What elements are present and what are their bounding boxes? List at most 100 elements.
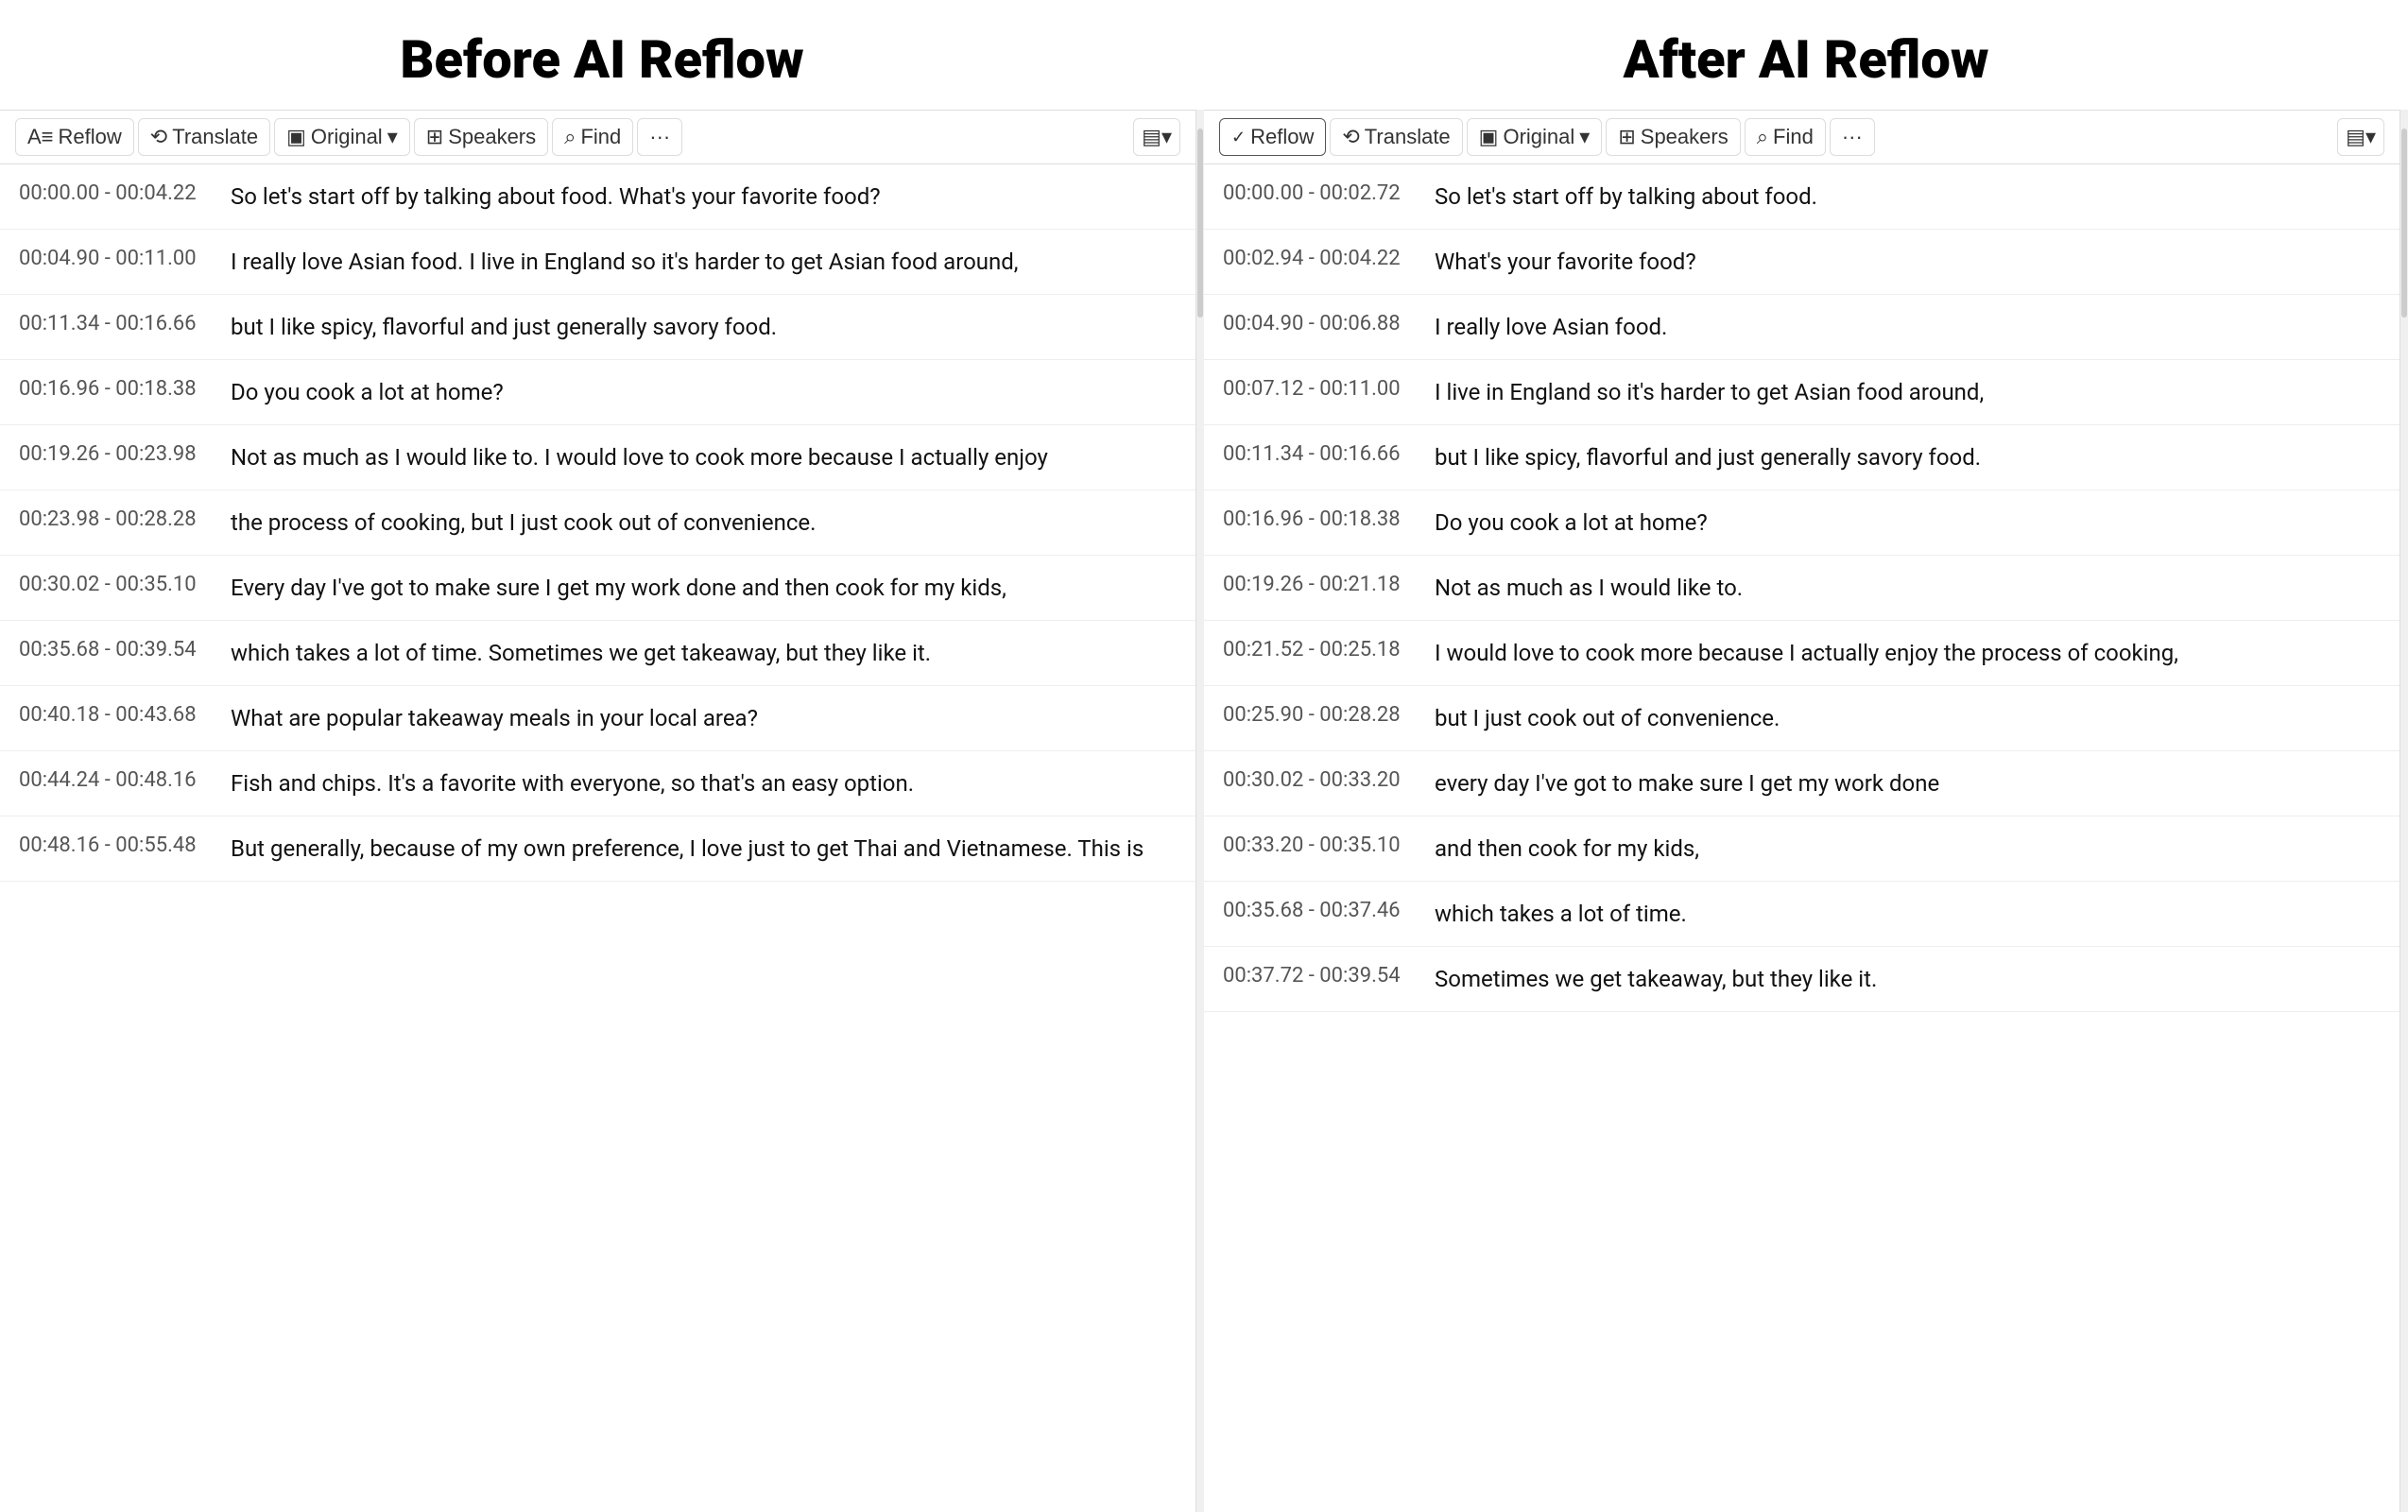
table-row[interactable]: 00:04.90 - 00:06.88 I really love Asian …	[1204, 295, 2399, 360]
table-row[interactable]: 00:16.96 - 00:18.38 Do you cook a lot at…	[0, 360, 1195, 425]
before-find-btn[interactable]: ⌕ Find	[552, 118, 633, 156]
table-row[interactable]: 00:37.72 - 00:39.54 Sometimes we get tak…	[1204, 947, 2399, 1012]
transcript-text: Fish and chips. It's a favorite with eve…	[231, 766, 1177, 800]
timestamp: 00:30.02 - 00:35.10	[19, 571, 208, 596]
timestamp: 00:21.52 - 00:25.18	[1223, 636, 1412, 662]
transcript-text: but I like spicy, flavorful and just gen…	[231, 310, 1177, 344]
timestamp: 00:11.34 - 00:16.66	[1223, 440, 1412, 466]
timestamp: 00:44.24 - 00:48.16	[19, 766, 208, 792]
table-row[interactable]: 00:30.02 - 00:33.20 every day I've got t…	[1204, 751, 2399, 816]
after-layout-btn[interactable]: ▤▾	[2337, 118, 2384, 156]
table-row[interactable]: 00:35.68 - 00:37.46 which takes a lot of…	[1204, 882, 2399, 947]
transcript-text: Sometimes we get takeaway, but they like…	[1435, 962, 2381, 996]
before-more-btn[interactable]: ···	[637, 118, 682, 156]
table-row[interactable]: 00:33.20 - 00:35.10 and then cook for my…	[1204, 816, 2399, 882]
transcript-text: What's your favorite food?	[1435, 245, 2381, 279]
timestamp: 00:16.96 - 00:18.38	[1223, 506, 1412, 531]
table-row[interactable]: 00:19.26 - 00:21.18 Not as much as I wou…	[1204, 556, 2399, 621]
after-scrollbar[interactable]	[2400, 110, 2408, 1512]
table-row[interactable]: 00:21.52 - 00:25.18 I would love to cook…	[1204, 621, 2399, 686]
table-row[interactable]: 00:00.00 - 00:04.22 So let's start off b…	[0, 164, 1195, 230]
table-row[interactable]: 00:02.94 - 00:04.22 What's your favorite…	[1204, 230, 2399, 295]
timestamp: 00:07.12 - 00:11.00	[1223, 375, 1412, 401]
timestamp: 00:35.68 - 00:37.46	[1223, 897, 1412, 922]
speakers-icon: ⊞	[426, 125, 443, 149]
timestamp: 00:16.96 - 00:18.38	[19, 375, 208, 401]
after-scrollbar-thumb	[2401, 129, 2407, 318]
before-layout-btn[interactable]: ▤▾	[1133, 118, 1180, 156]
layout-icon: ▤▾	[1142, 125, 1172, 149]
transcript-text: Not as much as I would like to.	[1435, 571, 2381, 605]
translate-icon: ⟲	[1342, 125, 1359, 149]
search-icon: ⌕	[1757, 125, 1768, 149]
timestamp: 00:40.18 - 00:43.68	[19, 701, 208, 727]
transcript-text: but I like spicy, flavorful and just gen…	[1435, 440, 2381, 474]
before-translate-btn[interactable]: ⟲ Translate	[138, 118, 270, 156]
table-row[interactable]: 00:44.24 - 00:48.16 Fish and chips. It's…	[0, 751, 1195, 816]
before-scrollbar[interactable]	[1196, 110, 1204, 1512]
table-row[interactable]: 00:11.34 - 00:16.66 but I like spicy, fl…	[0, 295, 1195, 360]
after-find-btn[interactable]: ⌕ Find	[1745, 118, 1826, 156]
translate-icon: ⟲	[150, 125, 167, 149]
after-panel: ✓ Reflow ⟲ Translate ▣ Original ▾ ⊞ Spea…	[1204, 110, 2400, 1512]
table-row[interactable]: 00:19.26 - 00:23.98 Not as much as I wou…	[0, 425, 1195, 490]
transcript-text: but I just cook out of convenience.	[1435, 701, 2381, 735]
timestamp: 00:23.98 - 00:28.28	[19, 506, 208, 531]
timestamp: 00:11.34 - 00:16.66	[19, 310, 208, 335]
timestamp: 00:00.00 - 00:04.22	[19, 180, 208, 205]
table-row[interactable]: 00:48.16 - 00:55.48 But generally, becau…	[0, 816, 1195, 882]
table-row[interactable]: 00:04.90 - 00:11.00 I really love Asian …	[0, 230, 1195, 295]
transcript-text: and then cook for my kids,	[1435, 832, 2381, 866]
before-transcript-list: 00:00.00 - 00:04.22 So let's start off b…	[0, 164, 1195, 1512]
table-row[interactable]: 00:16.96 - 00:18.38 Do you cook a lot at…	[1204, 490, 2399, 556]
timestamp: 00:48.16 - 00:55.48	[19, 832, 208, 857]
transcript-text: But generally, because of my own prefere…	[231, 832, 1177, 866]
transcript-text: which takes a lot of time. Sometimes we …	[231, 636, 1177, 670]
after-toolbar: ✓ Reflow ⟲ Translate ▣ Original ▾ ⊞ Spea…	[1204, 110, 2399, 164]
after-translate-btn[interactable]: ⟲ Translate	[1330, 118, 1462, 156]
transcript-text: I would love to cook more because I actu…	[1435, 636, 2381, 670]
original-icon: ▣	[286, 125, 306, 149]
timestamp: 00:04.90 - 00:11.00	[19, 245, 208, 270]
table-row[interactable]: 00:35.68 - 00:39.54 which takes a lot of…	[0, 621, 1195, 686]
search-icon: ⌕	[564, 125, 576, 149]
transcript-text: So let's start off by talking about food…	[231, 180, 1177, 214]
chevron-down-icon: ▾	[1579, 125, 1590, 149]
transcript-text: So let's start off by talking about food…	[1435, 180, 2381, 214]
after-speakers-btn[interactable]: ⊞ Speakers	[1606, 118, 1740, 156]
after-original-btn[interactable]: ▣ Original ▾	[1467, 118, 1603, 156]
transcript-text: I really love Asian food.	[1435, 310, 2381, 344]
before-speakers-btn[interactable]: ⊞ Speakers	[414, 118, 548, 156]
after-more-btn[interactable]: ···	[1830, 118, 1875, 156]
before-toolbar: A≡ Reflow ⟲ Translate ▣ Original ▾ ⊞ Spe…	[0, 110, 1195, 164]
table-row[interactable]: 00:40.18 - 00:43.68 What are popular tak…	[0, 686, 1195, 751]
table-row[interactable]: 00:00.00 - 00:02.72 So let's start off b…	[1204, 164, 2399, 230]
timestamp: 00:00.00 - 00:02.72	[1223, 180, 1412, 205]
table-row[interactable]: 00:11.34 - 00:16.66 but I like spicy, fl…	[1204, 425, 2399, 490]
transcript-text: every day I've got to make sure I get my…	[1435, 766, 2381, 800]
timestamp: 00:33.20 - 00:35.10	[1223, 832, 1412, 857]
table-row[interactable]: 00:23.98 - 00:28.28 the process of cooki…	[0, 490, 1195, 556]
transcript-text: What are popular takeaway meals in your …	[231, 701, 1177, 735]
original-icon: ▣	[1479, 125, 1499, 149]
reflow-icon: A≡	[27, 125, 54, 149]
timestamp: 00:02.94 - 00:04.22	[1223, 245, 1412, 270]
table-row[interactable]: 00:30.02 - 00:35.10 Every day I've got t…	[0, 556, 1195, 621]
before-original-btn[interactable]: ▣ Original ▾	[274, 118, 410, 156]
after-reflow-btn[interactable]: ✓ Reflow	[1219, 118, 1326, 156]
table-row[interactable]: 00:25.90 - 00:28.28 but I just cook out …	[1204, 686, 2399, 751]
transcript-text: Not as much as I would like to. I would …	[231, 440, 1177, 474]
page-header: Before AI Reflow After AI Reflow	[0, 0, 2408, 110]
check-icon: ✓	[1231, 128, 1246, 147]
before-reflow-btn[interactable]: A≡ Reflow	[15, 118, 134, 156]
layout-icon: ▤▾	[2346, 125, 2376, 149]
timestamp: 00:35.68 - 00:39.54	[19, 636, 208, 662]
timestamp: 00:04.90 - 00:06.88	[1223, 310, 1412, 335]
timestamp: 00:25.90 - 00:28.28	[1223, 701, 1412, 727]
timestamp: 00:19.26 - 00:21.18	[1223, 571, 1412, 596]
transcript-text: I really love Asian food. I live in Engl…	[231, 245, 1177, 279]
before-scrollbar-thumb	[1197, 129, 1203, 318]
transcript-text: I live in England so it's harder to get …	[1435, 375, 2381, 409]
table-row[interactable]: 00:07.12 - 00:11.00 I live in England so…	[1204, 360, 2399, 425]
transcript-text: the process of cooking, but I just cook …	[231, 506, 1177, 540]
